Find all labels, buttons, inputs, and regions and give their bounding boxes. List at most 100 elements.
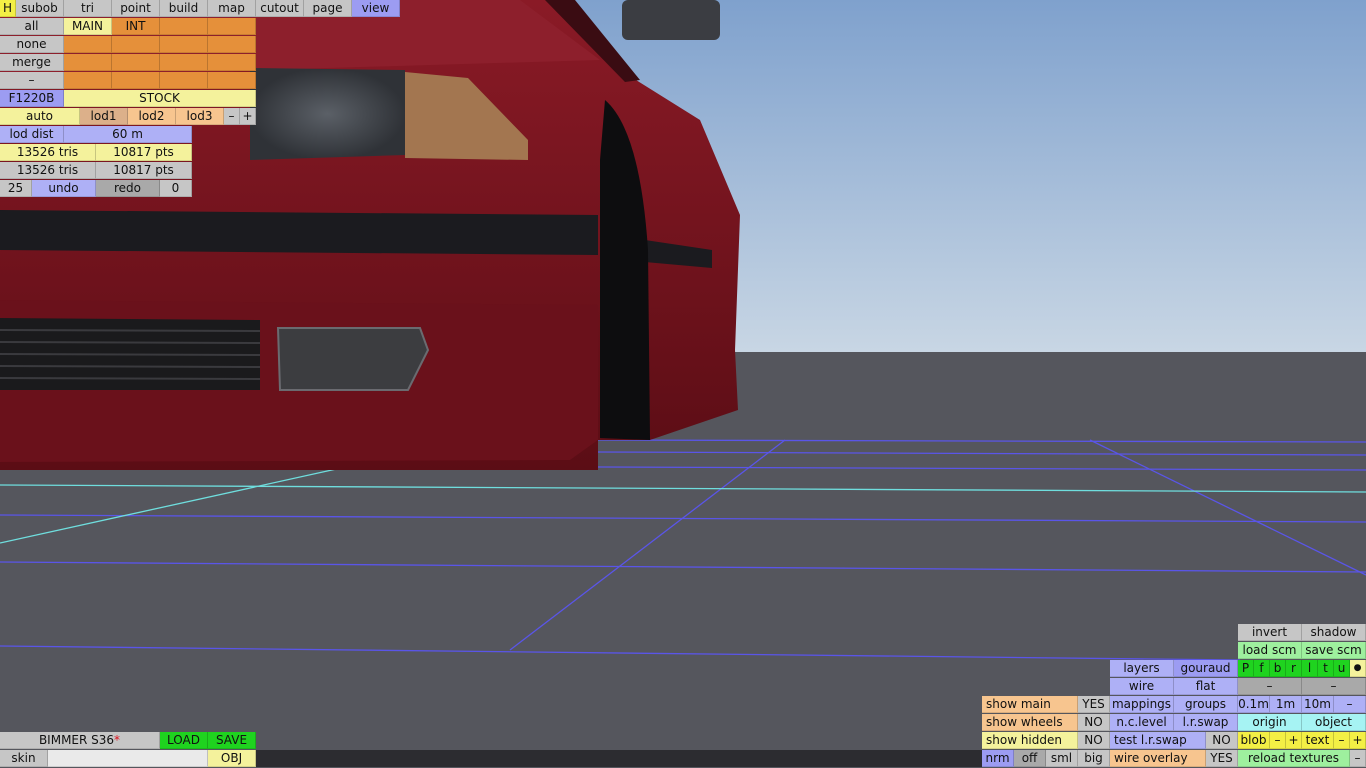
subob-slot[interactable] (208, 36, 256, 53)
dash-button[interactable]: – (1302, 678, 1366, 695)
text-plus-button[interactable]: + (1350, 732, 1366, 749)
show-hidden-toggle[interactable]: NO (1078, 732, 1110, 749)
subob-slot[interactable] (64, 54, 112, 71)
car-code[interactable]: F1220B (0, 90, 64, 107)
undo-button[interactable]: undo (32, 180, 96, 197)
groups-button[interactable]: groups (1174, 696, 1238, 713)
lod-dist-value[interactable]: 60 m (64, 126, 192, 143)
layers-button[interactable]: layers (1110, 660, 1174, 677)
object-button[interactable]: object (1302, 714, 1366, 731)
subob-slot[interactable] (112, 72, 160, 89)
load-button[interactable]: LOAD (160, 732, 208, 749)
menu-page[interactable]: page (304, 0, 352, 17)
flag-p[interactable]: P (1238, 660, 1254, 677)
file-name-text: BIMMER S36 (38, 733, 115, 747)
flag-r[interactable]: r (1286, 660, 1302, 677)
subob-all-button[interactable]: all (0, 18, 64, 35)
invert-button[interactable]: invert (1238, 624, 1302, 641)
text-button[interactable]: text (1302, 732, 1334, 749)
load-scm-button[interactable]: load scm (1238, 642, 1302, 659)
wire-overlay-toggle[interactable]: YES (1206, 750, 1238, 767)
subob-slot[interactable] (64, 36, 112, 53)
wire-overlay-label: wire overlay (1110, 750, 1206, 767)
menu-point[interactable]: point (112, 0, 160, 17)
show-hidden-label: show hidden (982, 732, 1078, 749)
subob-tab-int[interactable]: INT (112, 18, 160, 35)
lod2-button[interactable]: lod2 (128, 108, 176, 125)
blob-minus-button[interactable]: – (1270, 732, 1286, 749)
reload-dash-button[interactable]: – (1350, 750, 1366, 767)
subob-tab-main[interactable]: MAIN (64, 18, 112, 35)
view-mode-off[interactable]: off (1014, 750, 1046, 767)
flag-u[interactable]: u (1334, 660, 1350, 677)
redo-count: 0 (160, 180, 192, 197)
subob-slot[interactable] (160, 72, 208, 89)
menu-h[interactable]: H (0, 0, 16, 17)
subob-slot[interactable] (64, 72, 112, 89)
lod-auto-button[interactable]: auto (0, 108, 80, 125)
flag-l[interactable]: l (1302, 660, 1318, 677)
menu-view[interactable]: view (352, 0, 400, 17)
flag-f[interactable]: f (1254, 660, 1270, 677)
lod3-button[interactable]: lod3 (176, 108, 224, 125)
side-mirror (622, 0, 720, 40)
flag-t[interactable]: t (1318, 660, 1334, 677)
view-mode-big[interactable]: big (1078, 750, 1110, 767)
subob-slot[interactable] (112, 36, 160, 53)
reload-textures-button[interactable]: reload textures (1238, 750, 1350, 767)
modified-marker: * (114, 733, 121, 747)
subob-none-button[interactable]: none (0, 36, 64, 53)
step-0.1m[interactable]: 0.1m (1238, 696, 1270, 713)
wire-button[interactable]: wire (1110, 678, 1174, 695)
car-name[interactable]: STOCK (64, 90, 256, 107)
subob-slot[interactable] (160, 36, 208, 53)
step-1m[interactable]: 1m (1270, 696, 1302, 713)
subob-slot[interactable] (112, 54, 160, 71)
dot-icon[interactable]: ● (1350, 660, 1366, 677)
show-wheels-toggle[interactable]: NO (1078, 714, 1110, 731)
subob-slot[interactable] (160, 18, 208, 35)
flat-button[interactable]: flat (1174, 678, 1238, 695)
status-bar (256, 750, 982, 767)
view-mode-sml[interactable]: sml (1046, 750, 1078, 767)
lod-minus-button[interactable]: – (224, 108, 240, 125)
skin-input[interactable] (48, 750, 208, 767)
subob-slot[interactable] (208, 72, 256, 89)
blob-button[interactable]: blob (1238, 732, 1270, 749)
flag-b[interactable]: b (1270, 660, 1286, 677)
save-button[interactable]: SAVE (208, 732, 256, 749)
menu-tri[interactable]: tri (64, 0, 112, 17)
menu-map[interactable]: map (208, 0, 256, 17)
subob-dash-button[interactable]: – (0, 72, 64, 89)
show-main-label: show main (982, 696, 1078, 713)
show-main-toggle[interactable]: YES (1078, 696, 1110, 713)
blob-plus-button[interactable]: + (1286, 732, 1302, 749)
menu-cutout[interactable]: cutout (256, 0, 304, 17)
shadow-button[interactable]: shadow (1302, 624, 1366, 641)
step-10m[interactable]: 10m (1302, 696, 1334, 713)
menu-build[interactable]: build (160, 0, 208, 17)
lod1-button[interactable]: lod1 (80, 108, 128, 125)
origin-button[interactable]: origin (1238, 714, 1302, 731)
file-name[interactable]: BIMMER S36* (0, 732, 160, 749)
text-minus-button[interactable]: – (1334, 732, 1350, 749)
dash-button[interactable]: – (1238, 678, 1302, 695)
gouraud-button[interactable]: gouraud (1174, 660, 1238, 677)
obj-button[interactable]: OBJ (208, 750, 256, 767)
test-lr-swap-toggle[interactable]: NO (1206, 732, 1238, 749)
mappings-button[interactable]: mappings (1110, 696, 1174, 713)
save-scm-button[interactable]: save scm (1302, 642, 1366, 659)
pts-count: 10817 pts (96, 144, 192, 161)
menu-subob[interactable]: subob (16, 0, 64, 17)
lod-plus-button[interactable]: + (240, 108, 256, 125)
subob-merge-button[interactable]: merge (0, 54, 64, 71)
lr-swap-button[interactable]: l.r.swap (1174, 714, 1238, 731)
nc-level-button[interactable]: n.c.level (1110, 714, 1174, 731)
step-dash[interactable]: – (1334, 696, 1366, 713)
subob-slot[interactable] (160, 54, 208, 71)
subob-slot[interactable] (208, 54, 256, 71)
headlight (250, 68, 405, 160)
redo-button[interactable]: redo (96, 180, 160, 197)
view-mode-nrm[interactable]: nrm (982, 750, 1014, 767)
subob-slot[interactable] (208, 18, 256, 35)
